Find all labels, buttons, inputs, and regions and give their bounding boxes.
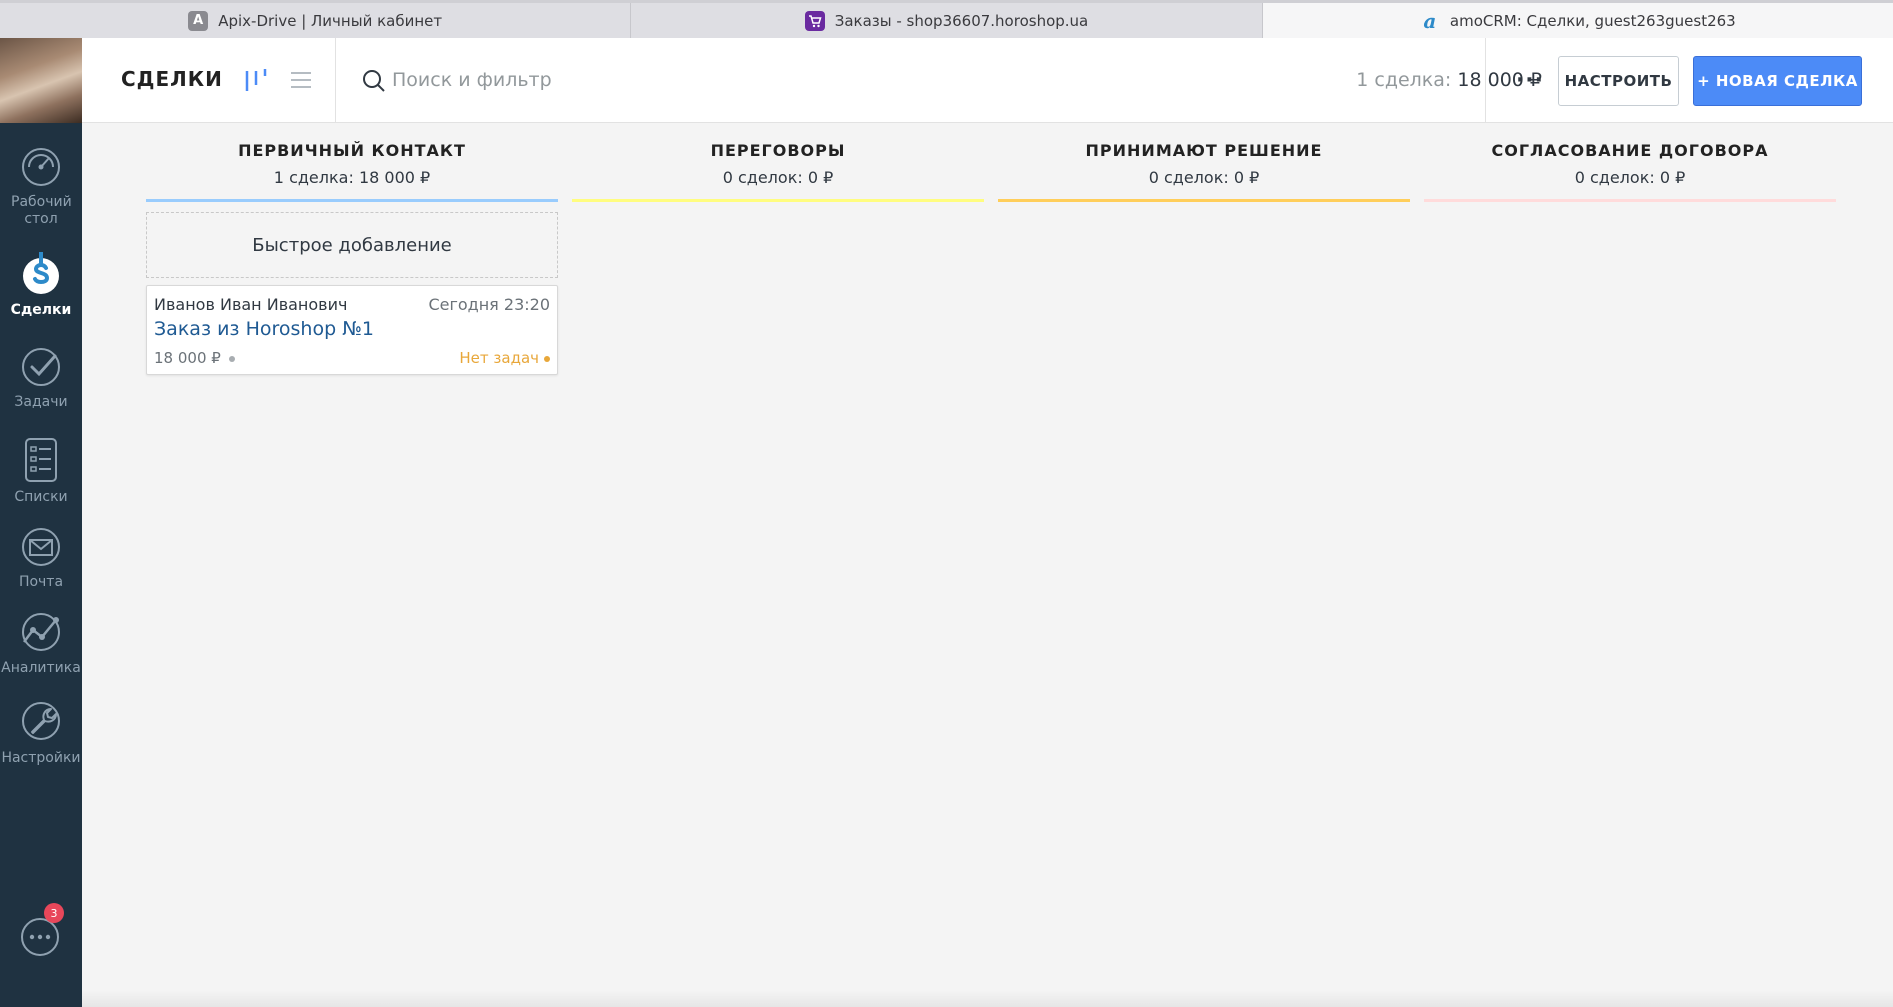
sidebar-item-dashboard[interactable]: Рабочий стол (0, 146, 82, 228)
stage-color-line (572, 199, 984, 202)
stage-name: ПЕРВИЧНЫЙ КОНТАКТ (238, 141, 466, 160)
deal-card[interactable]: Иванов Иван Иванович Сегодня 23:20 Заказ… (146, 285, 558, 375)
lists-icon (25, 438, 57, 482)
stage-total: 18 000 ₽ (358, 168, 431, 187)
page-header: СДЕЛКИ 1 сделка: 18 000 ₽ ··· НАСТРОИТЬ … (82, 38, 1893, 123)
stage-name: ПРИНИМАЮТ РЕШЕНИЕ (1085, 141, 1323, 160)
stage-count: 0 сделок: 0 ₽ (572, 168, 984, 187)
stage-color-line (998, 199, 1410, 202)
browser-tab-title: Заказы - shop36607.horoshop.ua (834, 11, 1089, 30)
status-dot-icon (228, 355, 235, 362)
sidebar-item-deals[interactable]: Сделки (0, 250, 82, 319)
sidebar-item-label: Задачи (14, 394, 68, 410)
stage-name: ПЕРЕГОВОРЫ (710, 141, 846, 160)
header-divider (1485, 38, 1486, 123)
stage-header-contract: СОГЛАСОВАНИЕ ДОГОВОРА 0 сделок: 0 ₽ (1424, 141, 1836, 187)
search-icon (363, 70, 385, 92)
more-button[interactable]: ··· (1513, 63, 1547, 97)
letter-a-icon: A (188, 10, 209, 31)
stage-color-line (146, 199, 558, 202)
browser-tab-amocrm[interactable]: a amoCRM: Сделки, guest263guest263 (1262, 3, 1893, 38)
sidebar-item-mail[interactable]: Почта (0, 526, 82, 591)
deal-tasks-label: Нет задач (459, 349, 539, 367)
stage-count: 1 сделка: 18 000 ₽ (146, 168, 558, 187)
bottom-shadow (82, 990, 1893, 1007)
sidebar-item-analytics[interactable]: Аналитика (0, 610, 82, 677)
quick-add-button[interactable]: Быстрое добавление (146, 212, 558, 278)
browser-tab-title: Apix-Drive | Личный кабинет (218, 11, 443, 30)
list-view-icon[interactable] (290, 69, 312, 91)
browser-tab-title: amoCRM: Сделки, guest263guest263 (1449, 11, 1736, 30)
deal-tasks[interactable]: Нет задач (459, 349, 550, 367)
stage-count: 0 сделок: 0 ₽ (1424, 168, 1836, 187)
pipeline-view-icon[interactable] (244, 67, 268, 93)
dashboard-icon (22, 148, 60, 186)
sidebar-item-label: Списки (14, 489, 68, 505)
sidebar-item-label: Сделки (10, 302, 72, 318)
stage-header-decision: ПРИНИМАЮТ РЕШЕНИЕ 0 сделок: 0 ₽ (998, 141, 1410, 187)
stage-header-negotiations: ПЕРЕГОВОРЫ 0 сделок: 0 ₽ (572, 141, 984, 187)
sidebar-item-label: Рабочий стол (11, 194, 72, 227)
tasks-icon (22, 348, 60, 386)
avatar[interactable] (0, 38, 82, 123)
stage-color-line (1424, 199, 1836, 202)
stage-total: 0 ₽ (1659, 168, 1686, 187)
deals-icon (23, 252, 59, 294)
cart-icon (804, 10, 825, 31)
deal-title-link[interactable]: Заказ из Horoshop №1 (154, 318, 374, 340)
sidebar: Рабочий стол Сделки Задачи Списки Почта … (0, 38, 82, 1007)
browser-tab-strip: A Apix-Drive | Личный кабинет Заказы - s… (0, 0, 1893, 38)
analytics-icon (22, 613, 60, 651)
warning-dot-icon (544, 355, 550, 362)
new-deal-button[interactable]: + НОВАЯ СДЕЛКА (1693, 56, 1862, 106)
sidebar-item-label: Настройки (1, 750, 81, 766)
stage-count: 0 сделок: 0 ₽ (998, 168, 1410, 187)
summary-count: 1 сделка: (1356, 69, 1452, 91)
sidebar-item-label: Аналитика (1, 660, 81, 676)
sidebar-item-lists[interactable]: Списки (0, 435, 82, 506)
amo-logo-icon: a (1423, 8, 1437, 33)
deal-price-value: 18 000 ₽ (154, 349, 221, 367)
deal-date: Сегодня 23:20 (428, 295, 550, 314)
page-title: СДЕЛКИ (121, 67, 223, 91)
stage-count-label: 0 сделок: (1574, 168, 1655, 187)
stage-total: 0 ₽ (1233, 168, 1260, 187)
stage-count-label: 0 сделок: (1148, 168, 1229, 187)
sidebar-item-tasks[interactable]: Задачи (0, 346, 82, 411)
deal-price: 18 000 ₽ (154, 349, 235, 367)
settings-icon (22, 702, 60, 740)
browser-tab-horoshop[interactable]: Заказы - shop36607.horoshop.ua (631, 3, 1263, 38)
chat-badge: 3 (44, 903, 64, 923)
stage-header-primary-contact: ПЕРВИЧНЫЙ КОНТАКТ 1 сделка: 18 000 ₽ (146, 141, 558, 187)
deal-contact[interactable]: Иванов Иван Иванович (154, 295, 347, 314)
stage-count-label: 1 сделка: (273, 168, 354, 187)
stage-total: 0 ₽ (807, 168, 834, 187)
search-input[interactable] (392, 62, 992, 98)
mail-icon (22, 528, 60, 566)
stage-count-label: 0 сделок: (722, 168, 803, 187)
sidebar-item-settings[interactable]: Настройки (0, 698, 82, 767)
sidebar-item-label: Почта (18, 574, 64, 590)
header-divider (335, 38, 336, 123)
stage-name: СОГЛАСОВАНИЕ ДОГОВОРА (1491, 141, 1769, 160)
configure-button[interactable]: НАСТРОИТЬ (1558, 56, 1679, 106)
browser-tab-apix[interactable]: A Apix-Drive | Личный кабинет (0, 3, 632, 38)
